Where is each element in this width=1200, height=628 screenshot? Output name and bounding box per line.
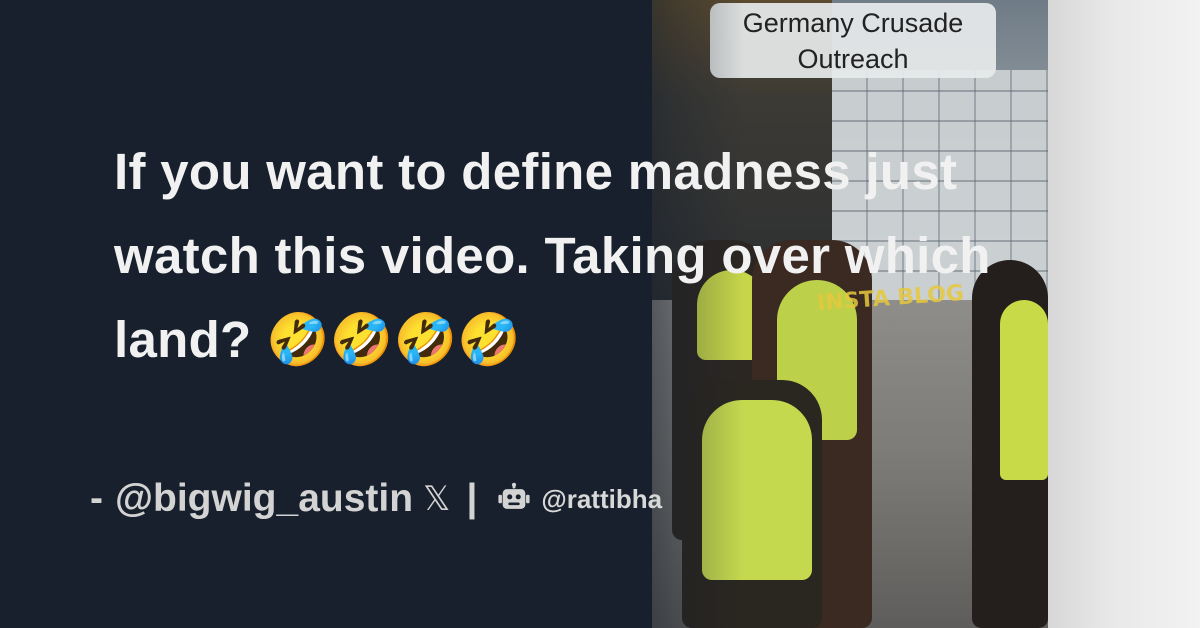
video-caption-line-2: Outreach (797, 43, 909, 74)
attribution-dash: - (90, 477, 103, 520)
x-logo-icon: 𝕏 (423, 479, 451, 519)
video-caption: Germany Crusade Outreach (710, 3, 996, 78)
attribution-line: - @bigwig_austin 𝕏 | @rattibha (90, 474, 662, 524)
site-handle[interactable]: @rattibha (541, 484, 662, 515)
tweet-text: If you want to define madness just watch… (114, 143, 991, 368)
video-caption-line-1: Germany Crusade (742, 7, 964, 38)
author-handle[interactable]: @bigwig_austin (115, 477, 413, 521)
person-3-vest (702, 400, 812, 580)
attribution-separator: | (466, 477, 478, 520)
robot-icon (498, 482, 530, 509)
